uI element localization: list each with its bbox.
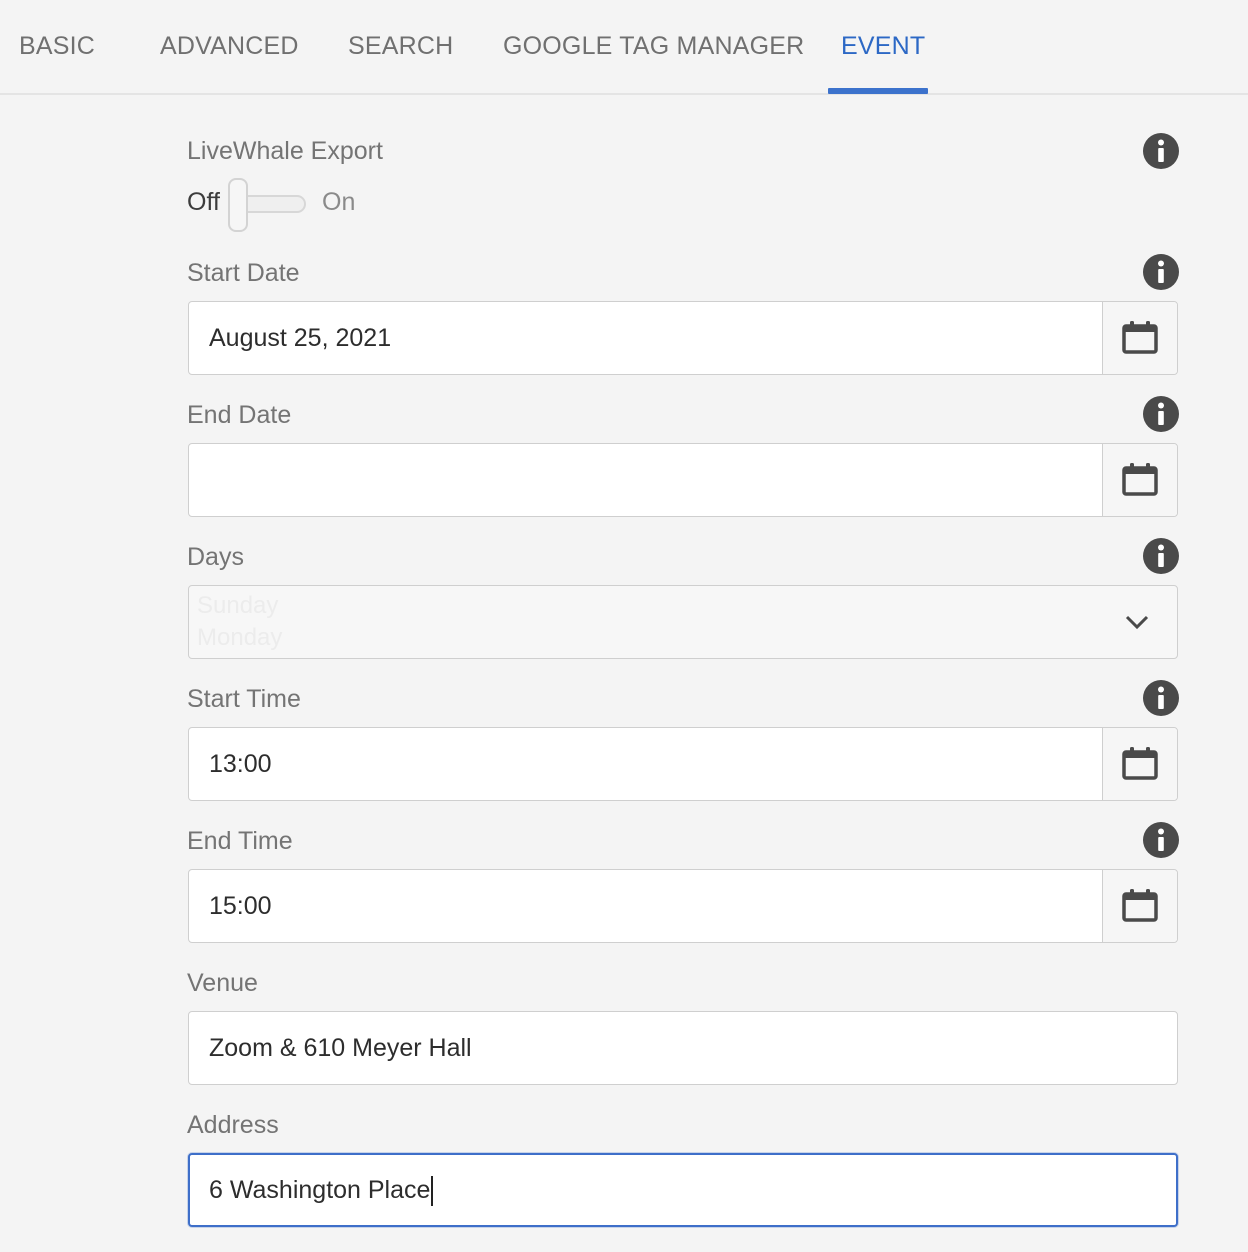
end-time-value[interactable]: 15:00 [209,870,272,942]
venue-label: Venue [187,969,258,997]
end-date-label: End Date [187,401,292,429]
venue-field[interactable]: Zoom & 610 Meyer Hall [188,1011,1178,1085]
calendar-icon [1122,321,1158,354]
calendar-icon [1122,747,1158,780]
tab-search[interactable]: SEARCH [348,0,453,93]
toggle-handle[interactable] [228,178,248,232]
calendar-icon [1122,463,1158,496]
days-option: Sunday [197,592,279,619]
calendar-icon [1122,889,1158,922]
start-date-picker-button[interactable] [1102,302,1177,374]
chevron-down-icon[interactable] [1123,612,1151,632]
info-icon[interactable] [1143,254,1179,290]
info-icon[interactable] [1143,680,1179,716]
info-icon[interactable] [1143,396,1179,432]
start-date-label: Start Date [187,259,300,287]
address-input[interactable]: 6 Washington Place [209,1155,434,1225]
days-label: Days [187,543,244,571]
info-icon[interactable] [1143,538,1179,574]
info-icon[interactable] [1143,822,1179,858]
venue-value[interactable]: Zoom & 610 Meyer Hall [209,1012,472,1084]
end-date-picker-button[interactable] [1102,444,1177,516]
tab-bar: BASIC ADVANCED SEARCH GOOGLE TAG MANAGER… [0,0,1248,95]
toggle-on-label: On [322,188,356,216]
tab-advanced[interactable]: ADVANCED [160,0,299,93]
start-time-value[interactable]: 13:00 [209,728,272,800]
start-time-label: Start Time [187,685,301,713]
livewhale-export-label: LiveWhale Export [187,137,383,165]
info-icon[interactable] [1143,133,1179,169]
address-field[interactable]: 6 Washington Place [188,1153,1178,1227]
start-date-field[interactable]: August 25, 2021 [188,301,1178,375]
days-option: Monday [197,624,283,651]
start-date-value[interactable]: August 25, 2021 [209,302,391,374]
toggle-off-label: Off [187,188,220,216]
end-time-picker-button[interactable] [1102,870,1177,942]
tab-google-tag-manager[interactable]: GOOGLE TAG MANAGER [503,0,804,93]
address-label: Address [187,1111,279,1139]
tab-event[interactable]: EVENT [841,0,925,93]
end-date-field[interactable] [188,443,1178,517]
start-time-field[interactable]: 13:00 [188,727,1178,801]
text-cursor [431,1176,434,1207]
active-tab-indicator [828,88,928,94]
address-value[interactable]: 6 Washington Place [209,1176,430,1204]
start-time-picker-button[interactable] [1102,728,1177,800]
end-time-field[interactable]: 15:00 [188,869,1178,943]
end-time-label: End Time [187,827,293,855]
tab-basic[interactable]: BASIC [19,0,95,93]
days-select[interactable]: Sunday Monday [188,585,1178,659]
